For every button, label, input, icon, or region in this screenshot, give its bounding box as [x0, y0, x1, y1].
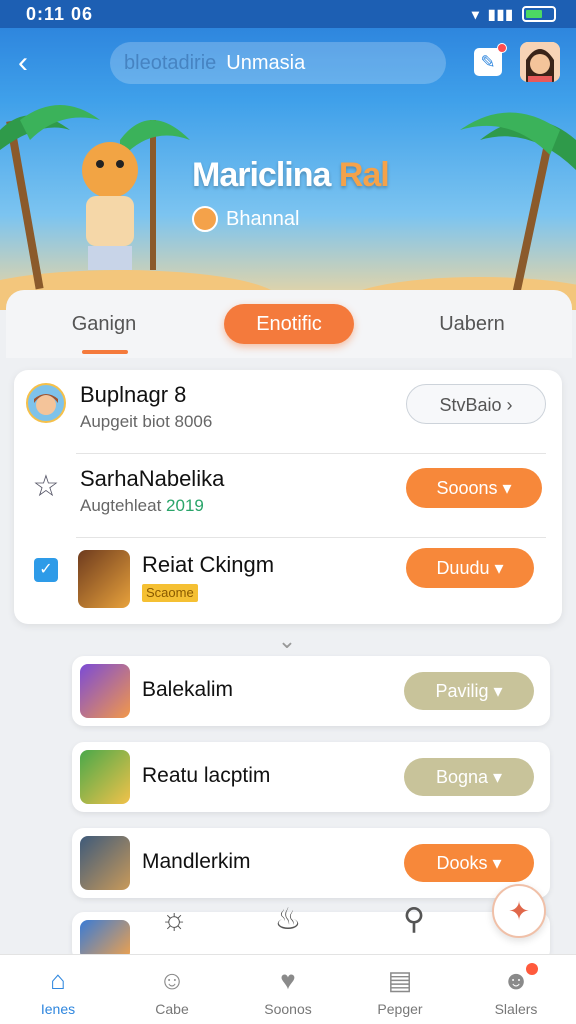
nav-second[interactable]: ☺ Cabe	[122, 961, 222, 1023]
tab-indicator	[82, 350, 128, 354]
banner-title-accent: Ral	[338, 156, 390, 194]
search-bar[interactable]: bleotadirie Unmasia	[110, 42, 446, 84]
check-icon: ✓	[39, 561, 53, 578]
item-action-button[interactable]: Sooons ▾	[406, 468, 542, 508]
item-badge: Scaome	[142, 584, 198, 602]
status-time: 0:11 06	[26, 3, 94, 24]
banner-subtitle-text: Bhannal	[226, 207, 300, 230]
user-avatar[interactable]	[520, 42, 560, 82]
game-list-item[interactable]: Balekalim Pavilig ▾	[72, 656, 550, 726]
nav-label: Slalers	[494, 1001, 538, 1017]
bottom-navigation: ⌂ Ienes ☺ Cabe ♥ Soonos ▤ Pepger ☻ Slale…	[0, 954, 576, 1024]
status-bar: 0:11 06 ▾ ▮▮▮	[0, 0, 576, 28]
nav-fifth[interactable]: ☻ Slalers	[466, 961, 566, 1023]
hero-banner: Mariclina Ral Bhannal	[0, 100, 576, 310]
badge-icon	[192, 206, 218, 232]
chevron-down-icon: ▾	[494, 558, 504, 578]
calendar-icon: ▤	[387, 965, 413, 995]
edit-button[interactable]: ✎	[474, 43, 507, 76]
item-title: SarhaNabelika	[80, 466, 225, 491]
edit-icon: ✎	[480, 52, 496, 72]
signal-icon: ▮▮▮	[487, 5, 514, 22]
nav-fourth[interactable]: ▤ Pepger	[350, 961, 450, 1023]
gamepad-icon[interactable]: ☼	[154, 900, 194, 940]
avatar-face-icon	[34, 394, 58, 415]
item-action-button[interactable]: Duudu ▾	[406, 548, 534, 588]
banner-illustration	[0, 105, 576, 310]
face-icon: ☺	[158, 965, 186, 995]
list-item[interactable]: Buplnagr 8 Aupgeit biot 8006 StvBaio ›	[14, 370, 562, 454]
notification-dot	[526, 963, 538, 975]
expand-chevron-icon[interactable]: ⌄	[270, 628, 304, 653]
item-title: Reiat Ckingm	[142, 552, 275, 577]
chevron-down-icon: ▾	[492, 853, 502, 873]
game-thumbnail	[80, 664, 130, 718]
search-icon[interactable]: ⚲	[394, 900, 434, 940]
tab-bar: Ganign Enotific Uabern	[6, 290, 572, 358]
nav-label: Cabe	[155, 1001, 189, 1017]
battery-icon	[522, 6, 556, 22]
tab-active[interactable]: Enotific	[224, 304, 354, 344]
item-action-button[interactable]: StvBaio ›	[406, 384, 546, 424]
game-thumbnail	[78, 550, 130, 608]
nav-home[interactable]: ⌂ Ienes	[8, 961, 108, 1023]
user-avatar	[26, 383, 66, 423]
game-list-item[interactable]: Mandlerkim Dooks ▾	[72, 828, 550, 898]
tab-first[interactable]: Ganign	[62, 304, 146, 344]
banner-title-main: Mariclina	[192, 156, 331, 194]
notification-dot	[497, 43, 507, 53]
chevron-down-icon: ▾	[502, 478, 512, 498]
wifi-icon: ▾	[471, 5, 480, 22]
nav-third[interactable]: ♥ Soonos	[238, 961, 338, 1023]
banner-title: Mariclina Ral	[192, 156, 390, 195]
item-subtitle-prefix: Augtehleat	[80, 496, 162, 515]
button-label: Dooks	[436, 853, 488, 873]
button-label: StvBaio	[439, 395, 502, 415]
nav-label: Ienes	[40, 1001, 76, 1017]
button-label: Duudu	[436, 558, 490, 578]
search-placeholder: bleotadirie	[124, 51, 217, 74]
game-title: Reatu lacptim	[142, 764, 271, 787]
game-action-button[interactable]: Pavilig ▾	[404, 672, 534, 710]
avatar-face-icon	[520, 42, 560, 82]
quick-actions: ☼ ♨ ⚲	[150, 896, 450, 940]
game-action-button[interactable]: Dooks ▾	[404, 844, 534, 882]
list-item[interactable]: ☆ SarhaNabelika Augtehleat 2019 Sooons ▾	[14, 454, 562, 538]
star-outline-icon: ☆	[32, 470, 60, 503]
button-label: Sooons	[436, 478, 498, 498]
game-action-button[interactable]: Bogna ▾	[404, 758, 534, 796]
home-icon: ⌂	[50, 965, 66, 995]
game-thumbnail	[80, 836, 130, 890]
puzzle-icon[interactable]: ♨	[268, 900, 308, 940]
nav-label: Soonos	[264, 1001, 312, 1017]
game-thumbnail	[80, 750, 130, 804]
game-list-item[interactable]: Reatu lacptim Bogna ▾	[72, 742, 550, 812]
floating-action-button[interactable]: ✦	[492, 884, 546, 938]
nav-label: Pepger	[377, 1001, 423, 1017]
chevron-left-icon: ‹	[18, 46, 28, 79]
checkbox[interactable]: ✓	[34, 558, 58, 582]
status-icons: ▾ ▮▮▮	[472, 6, 556, 23]
heart-icon: ♥	[280, 965, 296, 995]
game-title: Mandlerkim	[142, 850, 251, 873]
chevron-down-icon: ▾	[493, 767, 503, 787]
search-text: Unmasia	[226, 51, 306, 74]
featured-list-card: Buplnagr 8 Aupgeit biot 8006 StvBaio › ☆…	[14, 370, 562, 624]
button-label: Pavilig	[435, 681, 489, 701]
game-title: Balekalim	[142, 678, 234, 701]
back-button[interactable]: ‹	[18, 46, 48, 80]
tab-third[interactable]: Uabern	[430, 304, 514, 344]
app-header: ‹ bleotadirie Unmasia ✎	[0, 28, 576, 100]
chevron-down-icon: ▾	[493, 681, 503, 701]
list-item[interactable]: ✓ Reiat Ckingm Scaome Duudu ▾	[14, 538, 562, 622]
item-subtitle: Augtehleat 2019	[80, 496, 204, 516]
banner-subtitle: Bhannal	[192, 206, 299, 232]
chevron-right-icon: ›	[506, 395, 513, 415]
item-subtitle-value: 2019	[166, 496, 204, 515]
item-title: Buplnagr 8	[80, 382, 187, 407]
pin-icon: ✦	[508, 896, 530, 926]
item-subtitle: Aupgeit biot 8006	[80, 412, 213, 431]
button-label: Bogna	[435, 767, 488, 787]
